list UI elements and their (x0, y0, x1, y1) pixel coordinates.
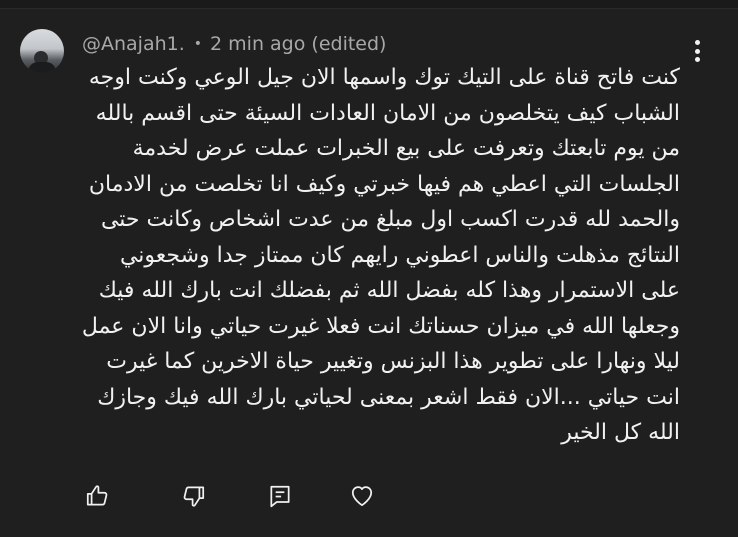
comment-actions (82, 481, 402, 513)
like-button[interactable] (82, 481, 112, 511)
comment-line: الجلسات التي اعطي هم فيها خبرتي وكيف انا… (88, 171, 680, 197)
comment-line: الله كل الخير (561, 420, 680, 445)
heart-icon (351, 486, 373, 507)
comment-line: والحمد لله قدرت اكسب اول مبلغ من عدت اشخ… (100, 207, 680, 232)
comment-header: @Anajah1. • 2 min ago (edited) (82, 31, 386, 57)
more-dot (694, 48, 700, 54)
comment-line: على الاستمرار وهذا كله بفضل الله ثم بفضل… (98, 278, 680, 303)
author-name[interactable]: @Anajah1. (82, 33, 185, 55)
thumbs-down-icon (183, 486, 205, 507)
heart-button[interactable] (347, 481, 377, 511)
thumbs-up-icon (86, 485, 108, 506)
reply-button[interactable] (265, 481, 295, 511)
meta-separator: • (193, 36, 203, 52)
comment-line: من يوم تابعتك وتعرفت على بيع الخبرات عمل… (132, 136, 680, 161)
comment-line: الشباب كيف يتخلصون من الامان العادات الس… (95, 100, 680, 126)
comment-line: ليلا ونهارا على تطوير هذا البزنس وتغيير … (106, 349, 680, 374)
divider (0, 0, 738, 9)
comment-card: @Anajah1. • 2 min ago (edited) كنت فاتح … (0, 0, 738, 537)
comment-line: انت حياتي ...الان فقط اشعر بمعنى لحياتي … (97, 384, 680, 410)
more-vert-icon[interactable] (684, 36, 710, 66)
comment-body: كنت فاتح قناة على التيك توك واسمها الان … (76, 60, 680, 451)
comment-line: وجعلها الله في ميزان حسناتك انت فعلا غير… (81, 313, 680, 339)
more-dot (694, 40, 700, 45)
avatar-body (28, 62, 56, 73)
more-dot (694, 57, 700, 62)
avatar[interactable] (20, 29, 64, 73)
comment-line: كنت فاتح قناة على التيك توك واسمها الان … (88, 65, 680, 90)
reply-comment-icon (270, 485, 290, 508)
dislike-button[interactable] (179, 481, 209, 511)
comment-line: النتائج مذهلت والناس اعطوني رايهم كان مم… (119, 242, 680, 268)
comment-timestamp[interactable]: 2 min ago (edited) (210, 33, 386, 55)
